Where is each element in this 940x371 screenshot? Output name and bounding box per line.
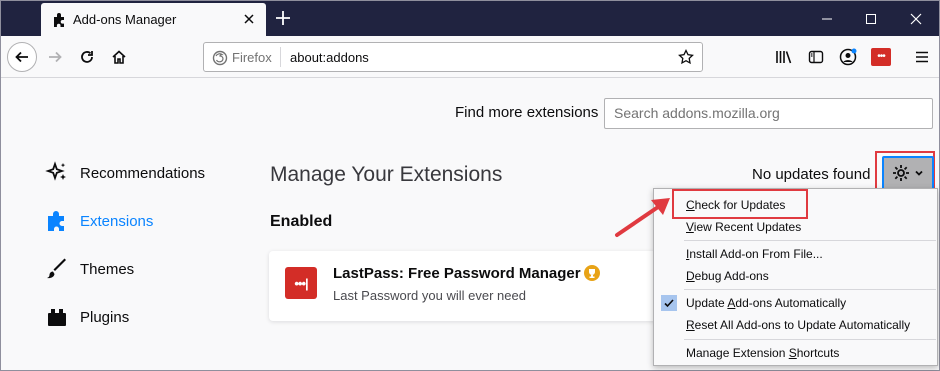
extension-name: LastPass: Free Password Manager (333, 265, 581, 282)
identity-label: Firefox (232, 50, 272, 65)
tab-add-ons-manager[interactable]: Add-ons Manager (41, 3, 266, 36)
annotation-arrow-icon (615, 198, 670, 237)
extension-card-lastpass[interactable]: •••| LastPass: Free Password Manager Las… (269, 251, 669, 321)
account-icon (839, 48, 857, 66)
plugin-icon (48, 309, 66, 326)
brush-icon (47, 258, 66, 279)
page-title: Manage Your Extensions (270, 163, 503, 186)
menu-item-reset-all-addons-update[interactable]: Reset All Add-ons to Update Automaticall… (654, 314, 937, 336)
back-button[interactable] (7, 42, 37, 72)
sidebar-item-label: Recommendations (80, 164, 206, 182)
arrow-left-icon (15, 51, 28, 63)
maximize-icon (866, 14, 876, 24)
menu-item-install-addon-from-file[interactable]: Install Add-on From File... (654, 243, 937, 265)
section-heading-enabled: Enabled (270, 213, 333, 230)
lastpass-button[interactable]: ••• (871, 48, 891, 66)
chevron-down-icon (915, 170, 923, 176)
sidebar-item-recommendations[interactable]: Recommendations (45, 160, 205, 186)
sidebar-item-label: Extensions (80, 212, 154, 230)
navigation-toolbar: Firefox about:addons ••• (1, 36, 939, 78)
highlight-frame-check-for-updates (672, 189, 808, 219)
find-more-extensions-label: Find more extensions (455, 104, 599, 121)
close-tab-icon[interactable] (242, 12, 256, 26)
sidebar-button[interactable] (807, 48, 825, 66)
reload-button[interactable] (73, 43, 101, 71)
puzzle-icon (48, 211, 64, 231)
search-addons-input[interactable] (614, 105, 914, 121)
bookmark-star-icon[interactable] (678, 49, 694, 65)
new-tab-icon[interactable] (275, 10, 291, 26)
url-text[interactable]: about:addons (290, 50, 369, 65)
sidebar-item-plugins[interactable]: Plugins (45, 304, 129, 330)
reload-icon (81, 51, 93, 63)
menu-item-view-recent-updates[interactable]: View Recent Updates (654, 216, 937, 238)
forward-button[interactable] (41, 43, 69, 71)
minimize-button[interactable] (817, 9, 837, 29)
open-menu-button[interactable] (913, 48, 931, 66)
menu-item-manage-extension-shortcuts[interactable]: Manage Extension Shortcuts (654, 342, 937, 364)
arrow-right-icon (49, 51, 62, 63)
sidebar-item-themes[interactable]: Themes (45, 256, 134, 282)
menu-separator (684, 240, 936, 241)
home-button[interactable] (105, 43, 133, 71)
sidebar-item-label: Themes (80, 260, 135, 278)
sparkle-icon (45, 161, 66, 181)
tools-for-all-addons-button[interactable] (882, 156, 934, 190)
firefox-logo-icon (212, 50, 228, 66)
menu-separator (684, 339, 936, 340)
search-addons-field[interactable] (604, 98, 933, 129)
update-status-message: No updates found (752, 166, 871, 183)
library-button[interactable] (775, 48, 793, 66)
minimize-icon (822, 18, 832, 20)
sidebar-item-extensions[interactable]: Extensions (45, 208, 153, 234)
extension-description: Last Password you will ever need (333, 288, 526, 303)
trophy-icon (584, 265, 600, 281)
checkmark-icon (661, 295, 677, 311)
sidebar-icon (808, 50, 824, 64)
account-button[interactable] (839, 48, 857, 66)
hamburger-menu-icon (916, 51, 928, 63)
gear-icon (893, 165, 909, 181)
title-bar: Add-ons Manager (1, 1, 939, 36)
maximize-button[interactable] (861, 9, 881, 29)
lastpass-logo-icon: •••| (285, 267, 317, 299)
lastpass-logo-icon: ••• (877, 51, 885, 62)
url-divider (280, 47, 281, 67)
tab-title: Add-ons Manager (73, 12, 177, 27)
home-icon (112, 50, 126, 64)
url-bar[interactable]: Firefox about:addons (203, 42, 703, 72)
menu-separator (684, 289, 936, 290)
menu-item-debug-addons[interactable]: Debug Add-ons (654, 265, 937, 287)
close-icon (910, 13, 922, 25)
puzzle-icon (54, 13, 64, 27)
sidebar-item-label: Plugins (80, 308, 130, 326)
library-icon (776, 51, 792, 64)
menu-item-update-addons-automatically[interactable]: Update Add-ons Automatically (654, 292, 937, 314)
close-window-button[interactable] (906, 9, 926, 29)
